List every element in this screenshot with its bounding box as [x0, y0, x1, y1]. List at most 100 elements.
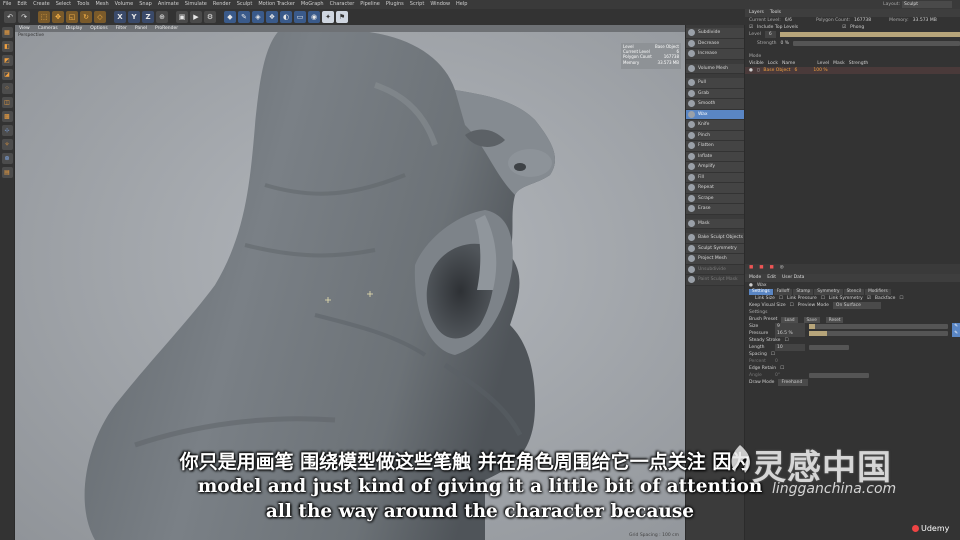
- tab-layers[interactable]: Layers: [749, 10, 764, 15]
- vp-menu-prorender[interactable]: ProRender: [151, 26, 182, 31]
- pen-icon[interactable]: ✎: [238, 11, 250, 23]
- vp-menu-panel[interactable]: Panel: [131, 26, 151, 31]
- size-slider[interactable]: [809, 324, 949, 329]
- points-mode-icon[interactable]: ⁘: [1, 83, 13, 94]
- workplane-icon[interactable]: ◪: [1, 69, 13, 80]
- undo-icon[interactable]: ↶: [4, 11, 16, 23]
- menu-script[interactable]: Script: [407, 0, 428, 9]
- menu-character[interactable]: Character: [327, 0, 358, 9]
- steady-stroke-checkbox[interactable]: ☐: [784, 337, 788, 344]
- save-button[interactable]: Save: [803, 316, 820, 323]
- x-axis-icon[interactable]: X: [114, 11, 126, 23]
- level-slider[interactable]: [779, 32, 960, 37]
- menu-mograph[interactable]: MoGraph: [298, 0, 327, 9]
- angle-value[interactable]: 0°: [775, 372, 805, 379]
- brush-pinch[interactable]: Pinch: [686, 130, 744, 141]
- strength-value[interactable]: 0 %: [780, 40, 789, 47]
- tool-volume-mesh[interactable]: Volume Mesh: [686, 63, 744, 74]
- menu-animate[interactable]: Animate: [155, 0, 182, 9]
- layer-folder-icon[interactable]: ■: [759, 265, 763, 270]
- include-top-levels-checkbox[interactable]: ☑: [749, 24, 753, 31]
- layout-select[interactable]: Sculpt: [902, 1, 952, 8]
- pressure-slider[interactable]: [809, 331, 949, 336]
- vp-menu-filter[interactable]: Filter: [112, 26, 131, 31]
- world-coord-icon[interactable]: ⊕: [156, 11, 168, 23]
- menu-mesh[interactable]: Mesh: [92, 0, 111, 9]
- pressure-value[interactable]: 16.5 %: [775, 330, 805, 337]
- brush-fill[interactable]: Fill: [686, 172, 744, 183]
- angle-slider[interactable]: [809, 373, 869, 378]
- layer-mask-icon[interactable]: ■: [770, 265, 774, 270]
- size-value[interactable]: 9: [775, 323, 805, 330]
- brush-inflate[interactable]: Inflate: [686, 151, 744, 162]
- select-icon[interactable]: ⬚: [38, 11, 50, 23]
- tool-decrease[interactable]: Decrease: [686, 38, 744, 49]
- brush-repeat[interactable]: Repeat: [686, 183, 744, 194]
- menu-help[interactable]: Help: [453, 0, 470, 9]
- menu-edit[interactable]: Edit: [14, 0, 30, 9]
- attr-menu-user-data[interactable]: User Data: [782, 275, 804, 280]
- menu-volume[interactable]: Volume: [112, 0, 137, 9]
- vp-menu-options[interactable]: Options: [86, 26, 111, 31]
- strength-slider[interactable]: [793, 41, 960, 46]
- snap-icon[interactable]: ⊚: [1, 153, 13, 164]
- scale-icon[interactable]: ◱: [66, 11, 78, 23]
- edges-mode-icon[interactable]: ◫: [1, 97, 13, 108]
- vp-menu-display[interactable]: Display: [62, 26, 87, 31]
- brush-grab[interactable]: Grab: [686, 88, 744, 99]
- brush-wax[interactable]: Wax: [686, 109, 744, 120]
- axis-mode-icon[interactable]: ⊹: [1, 125, 13, 136]
- menu-tools[interactable]: Tools: [74, 0, 92, 9]
- length-slider[interactable]: [809, 345, 849, 350]
- tool-paint-mask[interactable]: Paint Sculpt Mask: [686, 275, 744, 286]
- layer-add-icon[interactable]: ■: [749, 265, 753, 270]
- brush-flatten[interactable]: Flatten: [686, 141, 744, 152]
- array-icon[interactable]: ❖: [266, 11, 278, 23]
- move-icon[interactable]: ✥: [52, 11, 64, 23]
- vp-menu-view[interactable]: View: [15, 26, 34, 31]
- keep-visual-size-checkbox[interactable]: ☐: [790, 302, 794, 309]
- deformer-icon[interactable]: ◐: [280, 11, 292, 23]
- menu-motion-tracker[interactable]: Motion Tracker: [255, 0, 298, 9]
- brush-pull[interactable]: Pull: [686, 78, 744, 89]
- menu-plugins[interactable]: Plugins: [383, 0, 407, 9]
- vp-menu-cameras[interactable]: Cameras: [34, 26, 62, 31]
- render-settings-icon[interactable]: ⚙: [204, 11, 216, 23]
- menu-select[interactable]: Select: [53, 0, 74, 9]
- menu-file[interactable]: File: [0, 0, 14, 9]
- brush-amplify[interactable]: Amplify: [686, 162, 744, 173]
- spacing-checkbox[interactable]: ☐: [771, 351, 775, 358]
- redo-icon[interactable]: ↷: [18, 11, 30, 23]
- tool-project-mesh[interactable]: Project Mesh: [686, 254, 744, 265]
- polygons-mode-icon[interactable]: ▩: [1, 111, 13, 122]
- edge-retain-checkbox[interactable]: ☐: [780, 365, 784, 372]
- menu-snap[interactable]: Snap: [136, 0, 155, 9]
- make-editable-icon[interactable]: ▦: [1, 27, 13, 38]
- link-size-checkbox[interactable]: ☐: [779, 295, 783, 302]
- attr-menu-edit[interactable]: Edit: [767, 275, 776, 280]
- texture-mode-icon[interactable]: ◩: [1, 55, 13, 66]
- link-pressure-checkbox[interactable]: ☐: [821, 295, 825, 302]
- length-value[interactable]: 10: [775, 344, 805, 351]
- size-pen-icon[interactable]: ✎: [952, 323, 960, 330]
- tool-subdivide[interactable]: Subdivide: [686, 28, 744, 39]
- render-region-icon[interactable]: ▣: [176, 11, 188, 23]
- brush-erase[interactable]: Erase: [686, 204, 744, 215]
- menu-sculpt[interactable]: Sculpt: [234, 0, 256, 9]
- brush-knife[interactable]: Knife: [686, 120, 744, 131]
- menu-simulate[interactable]: Simulate: [182, 0, 210, 9]
- pressure-pen-icon[interactable]: ✎: [952, 330, 960, 337]
- rotate-icon[interactable]: ↻: [80, 11, 92, 23]
- tool-sculpt-symmetry[interactable]: Sculpt Symmetry: [686, 243, 744, 254]
- model-mode-icon[interactable]: ◧: [1, 41, 13, 52]
- load-button[interactable]: Load: [781, 316, 798, 323]
- lock-icon[interactable]: ▯: [757, 67, 759, 74]
- phong-checkbox[interactable]: ☑: [842, 24, 846, 31]
- render-icon[interactable]: ▶: [190, 11, 202, 23]
- attr-menu-mode[interactable]: Mode: [749, 275, 761, 280]
- tool-unsubdivide[interactable]: Unsubdivide: [686, 264, 744, 275]
- cube-icon[interactable]: ◆: [224, 11, 236, 23]
- camera-icon[interactable]: ◉: [308, 11, 320, 23]
- preview-mode-select[interactable]: On Surface: [832, 302, 881, 309]
- coord-icon[interactable]: ◇: [94, 11, 106, 23]
